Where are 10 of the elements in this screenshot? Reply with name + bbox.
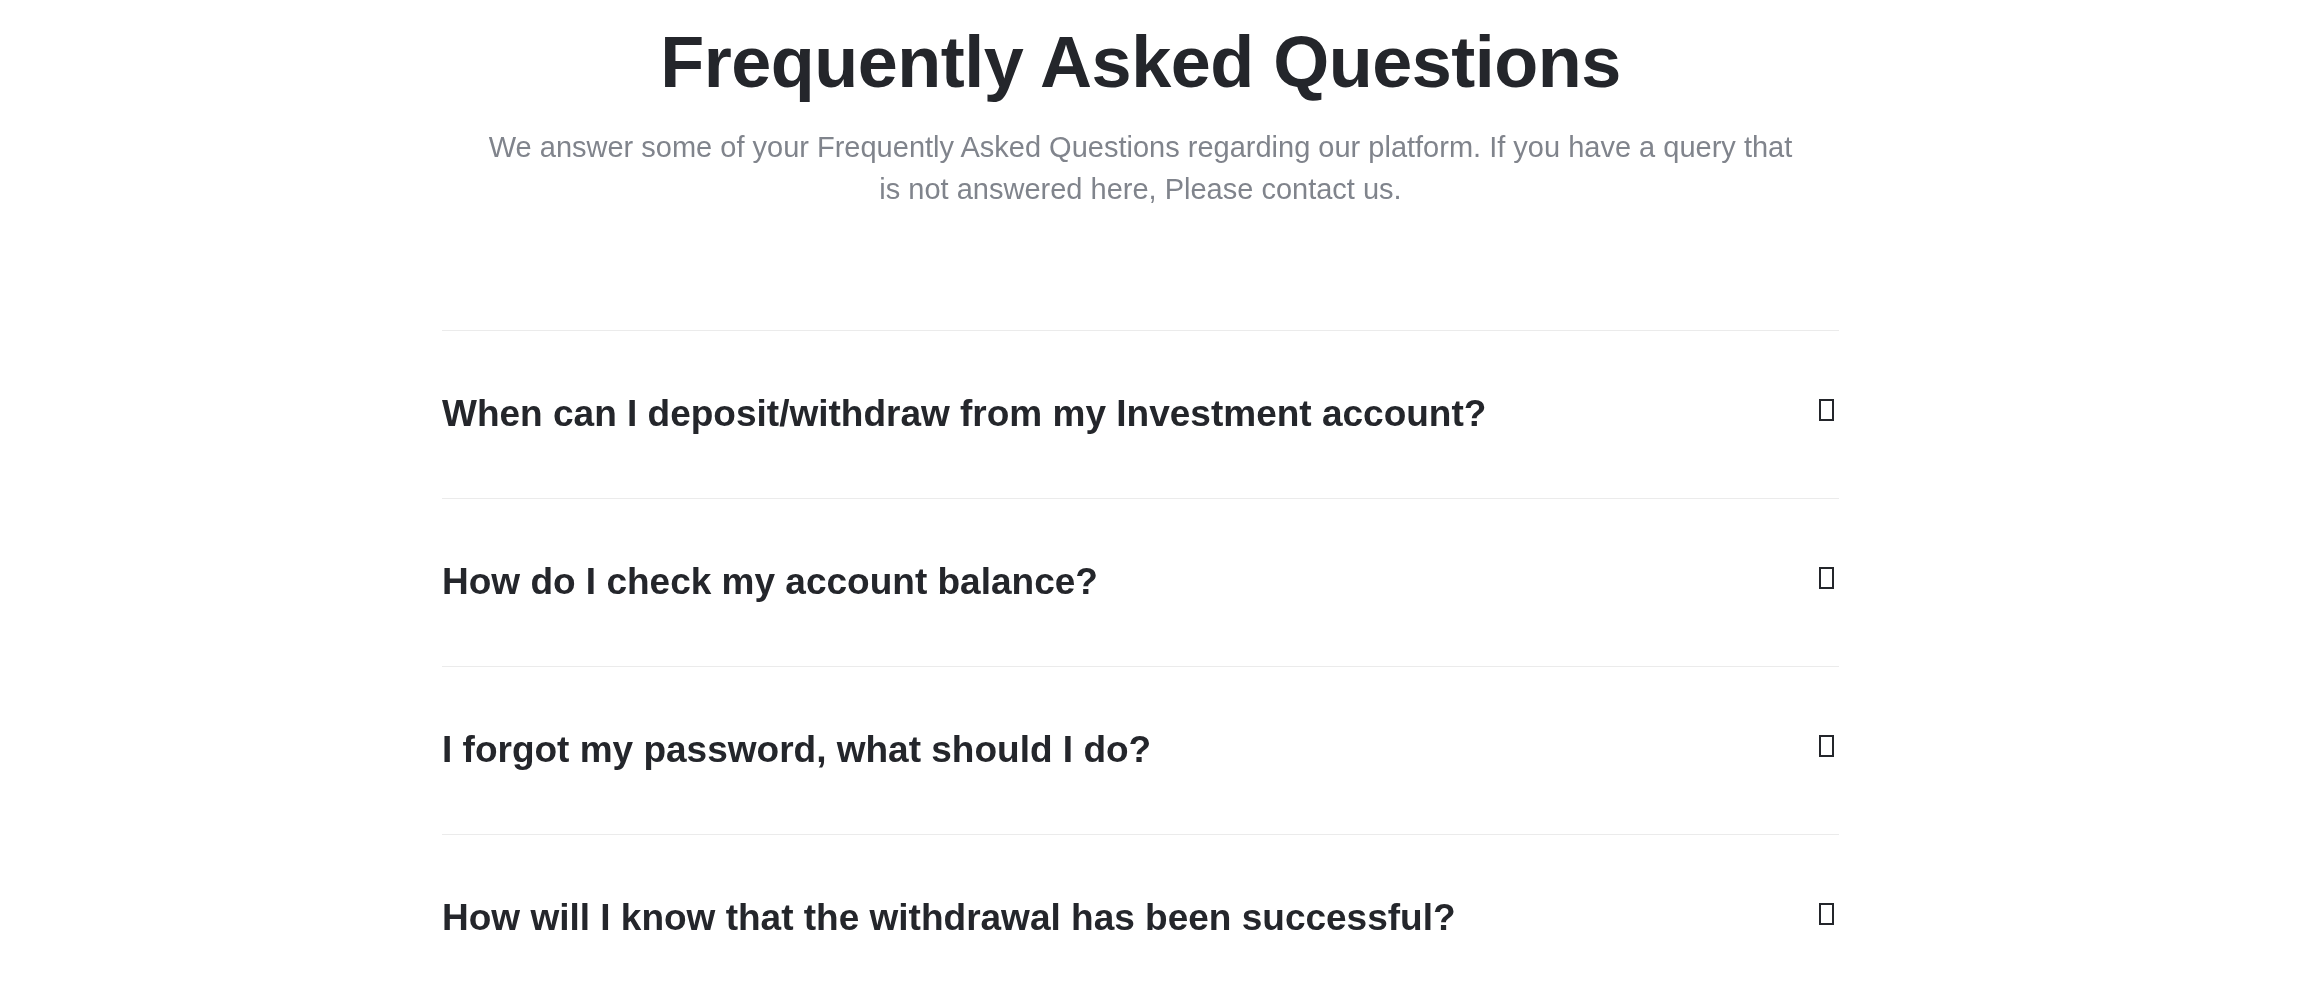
page-title: Frequently Asked Questions xyxy=(660,21,1621,104)
faq-question[interactable]: How do I check my account balance? xyxy=(442,553,1098,610)
rectangle-icon[interactable] xyxy=(1819,734,1834,757)
faq-question[interactable]: When can I deposit/withdraw from my Investment account? xyxy=(442,385,1487,442)
rectangle-icon[interactable] xyxy=(1819,566,1834,589)
rectangle-icon[interactable] xyxy=(1819,398,1834,421)
rectangle-icon[interactable] xyxy=(1819,902,1834,925)
faq-question[interactable]: How will I know that the withdrawal has been successful? xyxy=(442,889,1456,946)
faq-question[interactable]: I forgot my password, what should I do? xyxy=(442,721,1152,778)
page-subtitle: We answer some of your Frequently Asked Questions regarding our platform. If you have a query that is not answered here, Please contact us. xyxy=(487,130,1794,207)
